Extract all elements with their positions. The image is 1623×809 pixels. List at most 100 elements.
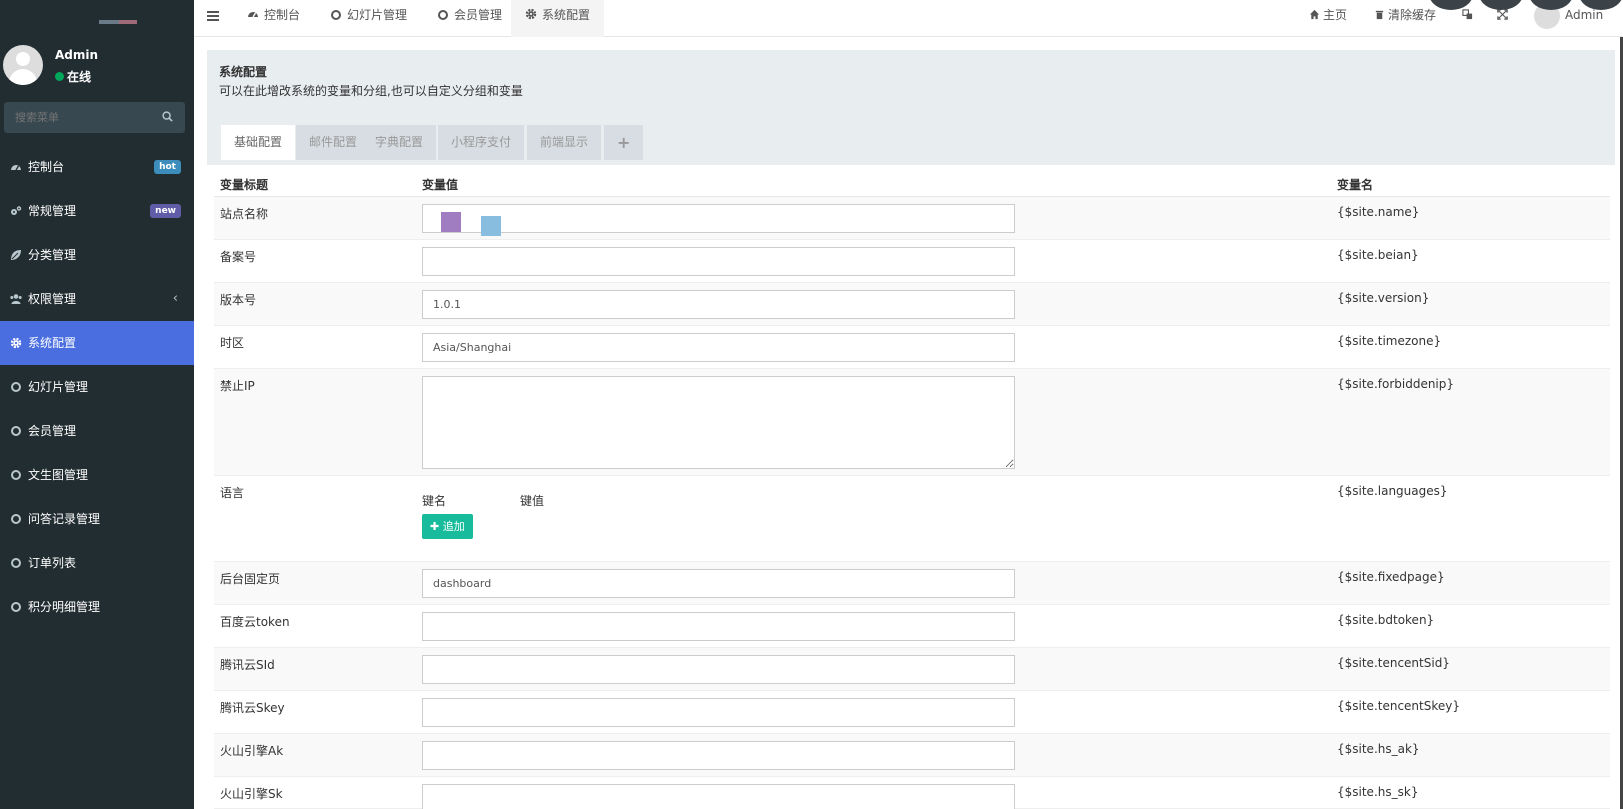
gear-icon — [525, 8, 537, 20]
table-header: 变量标题 变量值 变量名 — [214, 167, 1610, 197]
page-description: 可以在此增改系统的变量和分组,也可以自定义分组和变量 — [219, 84, 523, 98]
online-dot-icon — [55, 72, 64, 81]
clear-cache-label: 清除缓存 — [1388, 8, 1437, 22]
add-group-button[interactable]: + — [604, 125, 644, 160]
tab-dashboard[interactable]: 控制台 — [247, 0, 300, 37]
sidebar-item-label: 问答记录管理 — [28, 512, 101, 526]
home-label: 主页 — [1323, 8, 1348, 22]
home-icon — [1309, 9, 1320, 20]
table-row: 百度云token {$site.bdtoken} — [214, 605, 1610, 648]
sidebar-item-qa-records[interactable]: 问答记录管理 — [0, 497, 194, 541]
sidebar-item-slides[interactable]: 幻灯片管理 — [0, 365, 194, 409]
table-row: 版本号 {$site.version} — [214, 283, 1610, 326]
user-name: Admin — [55, 48, 99, 62]
sidebar-search — [4, 102, 185, 133]
row-title: 腾讯云Skey — [220, 701, 285, 715]
circle-icon — [11, 558, 21, 568]
sidebar-item-label: 幻灯片管理 — [28, 380, 89, 394]
fullscreen-icon — [1497, 9, 1508, 20]
row-title: 备案号 — [220, 250, 257, 264]
table-row: 火山引擎Sk {$site.hs_sk} — [214, 777, 1610, 809]
sidebar-item-label: 分类管理 — [28, 248, 77, 262]
row-variable: {$site.name} — [1337, 205, 1420, 219]
row-title: 火山引擎Ak — [220, 744, 284, 758]
row-variable: {$site.bdtoken} — [1337, 613, 1435, 627]
tab-label: 会员管理 — [454, 8, 503, 22]
tencent-sid-input[interactable] — [422, 655, 1015, 684]
tab-basic-config[interactable]: 基础配置 — [221, 125, 296, 160]
row-title: 火山引擎Sk — [220, 787, 283, 801]
logo-strip — [99, 20, 137, 24]
row-variable: {$site.beian} — [1337, 248, 1419, 262]
column-header: 变量名 — [1337, 178, 1374, 192]
row-variable: {$site.tencentSid} — [1337, 656, 1450, 670]
tab-frontend-display[interactable]: 前端显示 — [527, 125, 602, 160]
sidebar-item-points[interactable]: 积分明细管理 — [0, 585, 194, 629]
user-panel: Admin 在线 — [0, 42, 194, 92]
append-button[interactable]: ✚ 追加 — [422, 514, 473, 539]
trash-icon — [1375, 10, 1384, 20]
tab-label: 幻灯片管理 — [347, 8, 408, 22]
row-variable: {$site.languages} — [1337, 484, 1448, 498]
sidebar-item-permission[interactable]: 权限管理 ‹ — [0, 277, 194, 321]
chevron-left-icon: ‹ — [172, 291, 178, 306]
gear-icon — [10, 337, 22, 349]
tab-mail-config[interactable]: 邮件配置 — [296, 125, 371, 160]
table-row: 备案号 {$site.beian} — [214, 240, 1610, 283]
row-title: 版本号 — [220, 293, 257, 307]
row-title: 站点名称 — [220, 207, 269, 221]
leaf-icon — [11, 250, 21, 260]
sidebar-item-members[interactable]: 会员管理 — [0, 409, 194, 453]
sidebar-item-label: 系统配置 — [28, 336, 77, 350]
plus-icon: ✚ — [430, 520, 443, 533]
sidebar-item-dashboard[interactable]: 控制台 hot — [0, 145, 194, 189]
row-title: 语言 — [220, 486, 245, 500]
sidebar-item-system-config[interactable]: 系统配置 — [0, 321, 194, 365]
table-row: 腾讯云SId {$site.tencentSid} — [214, 648, 1610, 691]
tab-system-config[interactable]: 系统配置 — [511, 0, 605, 37]
hot-badge: hot — [154, 160, 181, 174]
row-title: 后台固定页 — [220, 572, 281, 586]
sidebar-item-orders[interactable]: 订单列表 — [0, 541, 194, 585]
redacted-block — [441, 212, 461, 232]
clear-cache-button[interactable]: 清除缓存 — [1374, 0, 1436, 30]
site-name-input[interactable] — [422, 204, 1015, 233]
search-input[interactable] — [4, 102, 154, 133]
tab-label: 控制台 — [264, 8, 301, 22]
tab-slides[interactable]: 幻灯片管理 — [331, 0, 407, 37]
user-menu-label: Admin — [1565, 8, 1604, 22]
avatar[interactable] — [3, 45, 43, 85]
circle-icon — [11, 382, 21, 392]
beian-input[interactable] — [422, 247, 1015, 276]
tab-members[interactable]: 会员管理 — [438, 0, 502, 37]
table-row: 禁止IP {$site.forbiddenip} — [214, 369, 1610, 476]
tab-miniprogram-pay[interactable]: 小程序支付 — [438, 125, 525, 160]
timezone-input[interactable] — [422, 333, 1015, 362]
search-icon[interactable] — [162, 111, 173, 122]
row-variable: {$site.forbiddenip} — [1337, 377, 1455, 391]
append-label: 追加 — [442, 520, 465, 533]
circle-icon — [331, 10, 341, 20]
version-input[interactable] — [422, 290, 1015, 319]
row-title: 时区 — [220, 336, 245, 350]
key-column-label: 键名 — [422, 494, 447, 508]
sidebar-item-category[interactable]: 分类管理 — [0, 233, 194, 277]
forbidden-ip-textarea[interactable] — [422, 376, 1015, 469]
sidebar-item-general[interactable]: 常规管理 new — [0, 189, 194, 233]
top-navbar: 控制台 幻灯片管理 会员管理 系统配置 主页 清除缓存 Admin — [194, 0, 1623, 37]
tab-dictionary-config[interactable]: 字典配置 — [362, 125, 437, 160]
tencent-skey-input[interactable] — [422, 698, 1015, 727]
sidebar-item-label: 常规管理 — [28, 204, 77, 218]
hs-ak-input[interactable] — [422, 741, 1015, 770]
home-link[interactable]: 主页 — [1309, 0, 1347, 30]
hs-sk-input[interactable] — [422, 784, 1015, 809]
bdtoken-input[interactable] — [422, 612, 1015, 641]
row-title: 腾讯云SId — [220, 658, 275, 672]
row-variable: {$site.timezone} — [1337, 334, 1442, 348]
fixed-page-input[interactable] — [422, 569, 1015, 598]
value-column-label: 键值 — [520, 494, 545, 508]
sidebar-item-label: 订单列表 — [28, 556, 77, 570]
tab-label: 系统配置 — [542, 8, 591, 22]
sidebar-item-text-to-image[interactable]: 文生图管理 — [0, 453, 194, 497]
menu-toggle-icon[interactable] — [207, 11, 219, 21]
